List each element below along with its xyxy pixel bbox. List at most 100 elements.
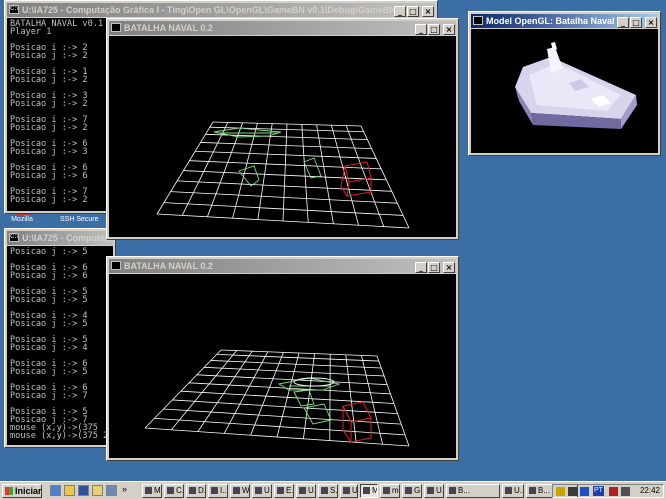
grid-column-line — [316, 124, 334, 224]
title-bar[interactable]: BATALHA NAVAL 0.2 _ □ × — [109, 259, 456, 273]
model-window[interactable]: Model OpenGL: Batalha Naval _ □ × — [468, 11, 661, 156]
board-grid — [144, 349, 410, 447]
window-title: U:\IA725 - Computação G — [22, 233, 113, 243]
taskbar-button[interactable]: U... — [252, 484, 272, 498]
close-button[interactable]: × — [422, 6, 434, 17]
window-title: Model OpenGL: Batalha Naval — [486, 16, 615, 26]
taskbar-button[interactable]: B... — [446, 484, 500, 498]
desktop-icon-label: SSH Secure — [60, 216, 99, 223]
grid-column-line — [360, 125, 410, 229]
board-grid-svg — [156, 121, 410, 229]
taskbar-button[interactable]: C... — [164, 484, 184, 498]
close-button[interactable]: × — [443, 262, 455, 273]
tray-language[interactable]: PT — [593, 486, 604, 496]
window-title: BATALHA NAVAL 0.2 — [124, 261, 213, 271]
taskbar: Iniciar » M...C...D...I...W...U...E...U.… — [0, 481, 666, 499]
title-bar[interactable]: C:\U:\IA725 - Computação G — [7, 231, 113, 245]
start-label: Iniciar — [15, 486, 42, 496]
console-icon: C:\ — [9, 5, 19, 14]
game-window-bottom[interactable]: BATALHA NAVAL 0.2 _ □ × — [106, 256, 459, 461]
aircraft-carrier-model — [515, 42, 637, 129]
close-button[interactable]: × — [443, 24, 455, 35]
taskbar-button[interactable]: U... — [296, 484, 316, 498]
model-viewport[interactable] — [471, 29, 658, 153]
opengl-icon — [111, 23, 121, 32]
grid-row-line — [180, 390, 394, 404]
taskbar-button[interactable]: G... — [402, 484, 422, 498]
title-bar[interactable]: Model OpenGL: Batalha Naval _ □ × — [471, 14, 658, 28]
system-tray: PT 22:42 — [552, 484, 664, 498]
minimize-button[interactable]: _ — [394, 6, 406, 17]
windows-logo-icon — [5, 487, 13, 495]
game-viewport[interactable] — [109, 274, 456, 458]
window-title: BATALHA NAVAL 0.2 — [124, 23, 213, 33]
taskbar-button[interactable]: E... — [274, 484, 294, 498]
maximize-button[interactable]: □ — [630, 17, 642, 28]
title-bar[interactable]: C:\ U:\IA725 - Computação Gráfica I - Tin… — [7, 3, 435, 17]
maximize-button[interactable]: □ — [407, 6, 419, 17]
grid-column-line — [282, 123, 288, 222]
taskbar-button[interactable]: S... — [318, 484, 338, 498]
grid-column-line — [303, 353, 315, 439]
taskbar-button[interactable]: M... — [142, 484, 162, 498]
window-controls: _ □ × — [414, 22, 455, 35]
minimize-button[interactable]: _ — [617, 17, 629, 28]
tray-security-icon[interactable] — [609, 487, 618, 496]
grid-column-line — [197, 350, 253, 432]
clock[interactable]: 22:42 — [640, 485, 660, 497]
grid-column-line — [376, 355, 410, 447]
taskbar-button[interactable]: W... — [230, 484, 250, 498]
taskbar-button[interactable]: U... — [502, 484, 524, 498]
quicklaunch-more-icon[interactable]: » — [122, 484, 127, 494]
window-controls: _ □ × — [414, 260, 455, 273]
tray-volume-icon[interactable] — [621, 487, 630, 496]
grid-column-line — [345, 125, 385, 227]
opengl-icon — [111, 261, 121, 270]
grid-column-line — [301, 124, 309, 223]
taskbar-button[interactable]: M... — [360, 484, 378, 498]
grid-row-line — [163, 408, 402, 425]
tray-network-icon[interactable] — [556, 487, 565, 496]
minimize-button[interactable]: _ — [415, 262, 427, 273]
tray-play-icon[interactable] — [580, 487, 589, 496]
ship-model-svg — [515, 42, 637, 129]
taskbar-button[interactable]: U... — [340, 484, 358, 498]
grid-column-line — [181, 122, 229, 216]
console-window-bottom[interactable]: C:\U:\IA725 - Computação G Posicao j :->… — [4, 228, 116, 448]
window-controls: _ □ × — [393, 4, 434, 17]
console-output: Posicao j :-> 5 Posicao i :-> 6 Posicao … — [7, 246, 113, 445]
grid-column-line — [171, 350, 237, 431]
quicklaunch-desktop-icon[interactable] — [106, 485, 117, 496]
desktop-icon-label: Mozilla — [11, 216, 33, 223]
grid-row-line — [154, 417, 406, 436]
grid-column-line — [156, 121, 214, 215]
grid-column-line — [223, 351, 269, 434]
board-grid-svg — [144, 349, 410, 447]
desktop-icon-ssh[interactable]: SSH Secure — [60, 216, 108, 223]
maximize-button[interactable]: □ — [428, 24, 440, 35]
grid-column-line — [331, 125, 359, 226]
window-controls: _ □ × — [616, 15, 657, 28]
close-button[interactable]: × — [645, 17, 657, 28]
quicklaunch-folder-icon[interactable] — [92, 485, 103, 496]
quicklaunch-word-icon[interactable] — [78, 485, 89, 496]
game-window-top[interactable]: BATALHA NAVAL 0.2 _ □ × — [106, 18, 459, 240]
quicklaunch-ie-icon[interactable] — [50, 485, 61, 496]
quicklaunch-outlook-icon[interactable] — [64, 485, 75, 496]
taskbar-button[interactable]: D... — [186, 484, 206, 498]
game-viewport[interactable] — [109, 36, 456, 237]
maximize-button[interactable]: □ — [428, 262, 440, 273]
tray-app-icon[interactable] — [568, 487, 577, 496]
start-button[interactable]: Iniciar — [2, 484, 42, 498]
grid-row-line — [144, 427, 410, 447]
grid-column-line — [257, 123, 273, 220]
grid-column-line — [232, 123, 258, 219]
taskbar-button[interactable]: I... — [208, 484, 228, 498]
window-title: U:\IA725 - Computação Gráfica I - Ting\O… — [22, 5, 414, 15]
taskbar-button[interactable]: m... — [380, 484, 400, 498]
minimize-button[interactable]: _ — [415, 24, 427, 35]
title-bar[interactable]: BATALHA NAVAL 0.2 _ □ × — [109, 21, 456, 35]
grid-column-line — [250, 352, 284, 436]
taskbar-button[interactable]: U... — [424, 484, 444, 498]
board-grid — [156, 121, 410, 229]
